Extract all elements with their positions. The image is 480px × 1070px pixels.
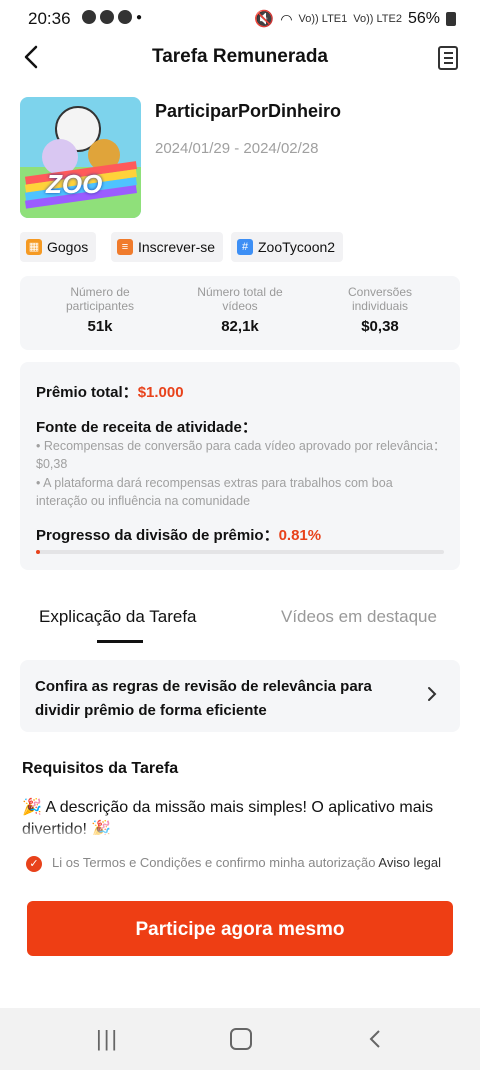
- notification-icons: ●: [82, 10, 142, 24]
- carrier1-label: Vo)) LTE1: [298, 13, 348, 25]
- grid-icon: ▦: [26, 239, 42, 255]
- progress-label: Progresso da divisão de prêmio：: [36, 527, 279, 544]
- stat-label: Número de participantes: [65, 285, 135, 313]
- status-icons: 🔇 ◠ Vo)) LTE1 Vo)) LTE2 56%: [254, 9, 456, 29]
- page-title: Tarefa Remunerada: [152, 46, 328, 67]
- status-bar: 20:36 ● 🔇 ◠ Vo)) LTE1 Vo)) LTE2 56%: [0, 0, 480, 36]
- tag-chip-gogos[interactable]: ▦ Gogos: [20, 232, 97, 262]
- progress-bar: [36, 550, 444, 554]
- relevance-rules-card[interactable]: Confira as regras de revisão de relevânc…: [20, 660, 460, 732]
- terms-text: Li os Termos e Condições e confirmo minh…: [52, 855, 376, 870]
- more-dot-icon: ●: [136, 11, 143, 23]
- terms-consent: Li os Termos e Condições e confirmo minh…: [52, 854, 452, 871]
- prize-total-label: Prêmio total：: [36, 384, 138, 401]
- stat-participants: Número de participantes 51k: [30, 285, 170, 335]
- prize-panel: Prêmio total：$1.000 Fonte de receita de …: [20, 362, 460, 570]
- bullet-extra-rewards: • A plataforma dará recompensas extras p…: [36, 476, 393, 508]
- app-thumbnail: ZOO: [20, 97, 141, 218]
- join-now-button[interactable]: Participe agora mesmo: [27, 901, 453, 956]
- tag-label: Inscrever-se: [138, 239, 216, 255]
- tag-label: ZooTycoon2: [258, 239, 336, 255]
- mute-icon: 🔇: [254, 11, 275, 28]
- prize-total: Prêmio total：$1.000: [36, 381, 184, 402]
- prize-progress: Progresso da divisão de prêmio：0.81%: [36, 524, 321, 545]
- stat-value: 51k: [87, 318, 113, 335]
- campaign-dates: 2024/01/29 - 2024/02/28: [155, 140, 319, 157]
- stat-total-videos: Número total de vídeos 82,1k: [170, 285, 310, 335]
- telegram-icon: [118, 10, 132, 24]
- tab-task-explanation[interactable]: Explicação da Tarefa: [39, 607, 197, 627]
- top-app-bar: Tarefa Remunerada: [0, 36, 480, 80]
- stat-value: $0,38: [361, 318, 399, 335]
- status-time: 20:36: [28, 9, 71, 28]
- home-icon[interactable]: [230, 1028, 252, 1050]
- checkbox-checked-icon[interactable]: ✓: [26, 856, 42, 872]
- stat-label: Conversões individuais: [347, 285, 413, 313]
- tag-chip-zootycoon[interactable]: # ZooTycoon2: [231, 232, 344, 262]
- bullet-conversion: • Recompensas de conversão para cada víd…: [36, 439, 446, 471]
- prize-total-value: $1.000: [137, 384, 184, 401]
- tag-label: Gogos: [47, 239, 89, 255]
- battery-label: 56%: [407, 10, 440, 27]
- app-name: ParticiparPorDinheiro: [155, 101, 342, 121]
- whatsapp-icon: [82, 10, 96, 24]
- document-icon[interactable]: [438, 46, 458, 70]
- legal-notice-link[interactable]: Aviso legal: [378, 855, 441, 870]
- battery-icon: [446, 12, 456, 26]
- tab-featured-videos[interactable]: Vídeos em destaque: [281, 607, 437, 627]
- requirements-description: 🎉 A descrição da missão mais simples! O …: [22, 799, 434, 835]
- app-logo-text: ZOO: [46, 169, 103, 199]
- stats-panel: Número de participantes 51k Número total…: [20, 276, 460, 350]
- carrier2-label: Vo)) LTE2: [353, 13, 402, 25]
- list-icon: ≡: [117, 239, 133, 255]
- stat-label: Número total de vídeos: [197, 285, 283, 313]
- stat-conversions: Conversões individuais $0,38: [310, 285, 450, 335]
- telegram-icon: [100, 10, 114, 24]
- wifi-icon: ◠: [280, 10, 293, 27]
- tag-chip-inscrever[interactable]: ≡ Inscrever-se: [111, 232, 224, 262]
- hashtag-icon: #: [237, 239, 253, 255]
- chevron-right-icon: [428, 687, 437, 701]
- active-tab-indicator: [97, 640, 143, 643]
- recent-apps-icon[interactable]: |||: [96, 1026, 119, 1052]
- rules-text: Confira as regras de revisão de relevânc…: [35, 678, 372, 719]
- progress-value: 0.81%: [278, 527, 322, 544]
- stat-value: 82,1k: [221, 318, 259, 335]
- progress-bar-fill: [36, 550, 41, 554]
- system-nav-bar: |||: [0, 1008, 480, 1070]
- requirements-title: Requisitos da Tarefa: [22, 760, 179, 777]
- back-icon[interactable]: [368, 1029, 382, 1049]
- revenue-source-title: Fonte de receita de atividade：: [36, 419, 257, 436]
